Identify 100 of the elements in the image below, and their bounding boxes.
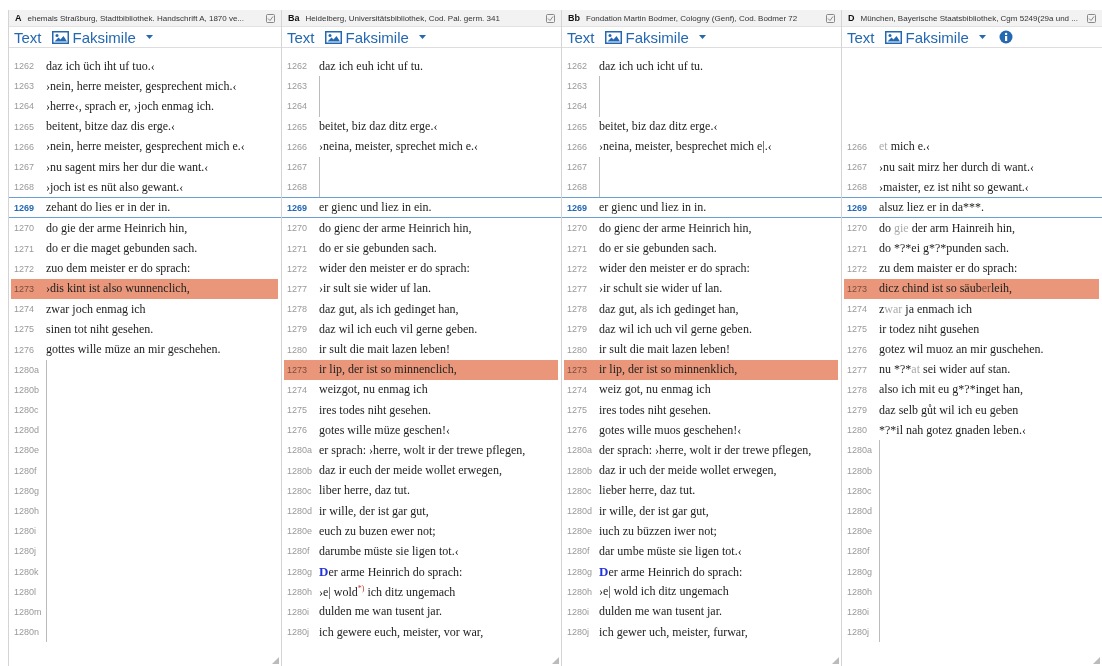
verse-text: ›herre‹, sprach er, ›joch enmag ich. [46, 98, 215, 114]
siglum-label: D [848, 13, 855, 23]
line-number: 1280c [846, 485, 873, 496]
resize-grip-icon[interactable] [552, 657, 559, 664]
verse-text: ich gewer uch, meister, furwar, [599, 624, 748, 640]
line-number: 1267 [286, 162, 309, 173]
image-icon [884, 30, 902, 44]
verse-text: er sprach: ›herre, wolt ir der trewe pflegen, [319, 442, 526, 458]
line-number: 1268 [286, 182, 309, 193]
line-number: 1280e [566, 526, 594, 537]
verse-text: ›e| wold$^{*)}$ ich ditz ungemach [319, 583, 456, 600]
verse-text: daz ich uch icht uf tu. [599, 58, 703, 74]
verse-text: daz wil ich uch vil gerne geben. [599, 321, 752, 337]
verse-text: dulden me wan tusent jar. [319, 604, 442, 620]
facsimile-button[interactable]: Faksimile [604, 28, 707, 46]
text-tab[interactable]: Text [567, 28, 595, 46]
line-number: 1280k [13, 566, 40, 577]
line-number: 1266 [846, 141, 869, 152]
line-number: 1271 [566, 243, 589, 254]
line-number: 1269 [566, 202, 589, 213]
checkbox-icon[interactable] [826, 13, 835, 23]
line-number: 1280n [13, 627, 41, 638]
line-number: 1280j [846, 627, 871, 638]
facsimile-button[interactable]: Faksimile [324, 28, 427, 46]
verse-text: gotez wil muoz an mir guschehen. [879, 342, 1044, 358]
verse-text: daz gut, als ich gedinget han, [599, 301, 739, 317]
text-tab[interactable]: Text [847, 28, 875, 46]
verse-text: do er sie gebunden sach. [319, 241, 437, 257]
image-icon [51, 30, 69, 44]
checkbox-icon[interactable] [266, 13, 275, 23]
line-number: 1273 [13, 283, 36, 294]
verse-text: daz ich euh icht uf tu. [319, 58, 423, 74]
image-icon [604, 30, 622, 44]
line-number: 1271 [13, 243, 36, 254]
verse-text: alsuz liez er in da***. [879, 200, 984, 216]
line-number: 1262 [286, 61, 309, 72]
verse-text: ›nein, herre meister, gesprechent mich.‹ [46, 78, 237, 94]
verse-text: beitent, bitze daz dis erge.‹ [46, 119, 176, 135]
manuscript-title: ehemals Straßburg, Stadtbibliothek. Handschrift A, 1870 ve... [27, 13, 246, 23]
verse-text: lieber herre, daz tut. [599, 483, 696, 499]
line-number: 1264 [13, 101, 36, 112]
line-number: 1276 [846, 344, 869, 355]
line-number: 1280j [286, 627, 311, 638]
verse-text: ir wille, der ist gar gut, [319, 503, 429, 519]
verse-text: dulden me wan tusent jar. [599, 604, 722, 620]
line-number: 1272 [13, 263, 36, 274]
line-number: 1278 [286, 304, 309, 315]
line-number: 1280d [846, 506, 874, 517]
verse-text: zu dem maister er do sprach: [879, 261, 1018, 277]
line-number: 1262 [566, 61, 589, 72]
resize-grip-icon[interactable] [1093, 657, 1100, 664]
manuscript-title: München, Bayerische Staatsbibliothek, Cgm 5249(29a und ... [860, 13, 1079, 23]
line-number: 1280 [286, 344, 309, 355]
text-tab[interactable]: Text [14, 28, 42, 46]
line-number: 1275 [846, 324, 869, 335]
verse-text: daz ich üch iht uf tuo.‹ [46, 58, 155, 74]
verse-text: gotes wille muos geschehen!‹ [599, 422, 742, 438]
checkbox-icon[interactable] [546, 13, 555, 23]
line-number: 1276 [566, 425, 589, 436]
siglum-label: Ba [288, 13, 300, 23]
line-number: 1271 [846, 243, 869, 254]
line-number: 1280h [846, 586, 874, 597]
line-number: 1264 [566, 101, 589, 112]
line-number: 1280j [566, 627, 591, 638]
facsimile-button[interactable]: Faksimile [884, 28, 987, 46]
verse-text: do gie der arme Heinrich hin, [46, 220, 188, 236]
checkbox-icon[interactable] [1087, 13, 1096, 23]
line-number: 1263 [286, 81, 309, 92]
verse-text: liber herre, daz tut. [319, 483, 410, 499]
line-number: 1279 [846, 405, 869, 416]
line-number: 1280b [846, 465, 874, 476]
verse-text: daz gut, als ich gedinget han, [319, 301, 459, 317]
line-number: 1274 [13, 304, 36, 315]
line-number: 1280i [566, 606, 591, 617]
resize-grip-icon[interactable] [272, 657, 279, 664]
line-number: 1270 [846, 223, 869, 234]
line-number: 1280c [13, 405, 40, 416]
line-number: 1268 [13, 182, 36, 193]
verse-text: do *?*ei g*?*punden sach. [879, 241, 1009, 257]
verse-text: zwar joch enmag ich [46, 301, 146, 317]
facsimile-button[interactable]: Faksimile [51, 28, 154, 46]
verse-text: do er sie gebunden sach. [599, 241, 717, 257]
verse-text: zwar ja enmach ich [879, 301, 972, 317]
verse-text: zuo dem meister er do sprach: [46, 261, 191, 277]
verse-text: iuch zu büzzen iwer not; [599, 523, 717, 539]
line-number: 1262 [13, 61, 36, 72]
verse-text: ir lip, der ist so minnenklich, [599, 362, 738, 378]
line-number: 1280i [846, 606, 871, 617]
line-number: 1269 [286, 202, 309, 213]
line-number: 1269 [13, 202, 36, 213]
line-number: 1276 [13, 344, 36, 355]
verse-text: et mich e.‹ [879, 139, 930, 155]
info-icon[interactable] [998, 30, 1013, 44]
text-tab[interactable]: Text [287, 28, 315, 46]
verse-text: wider den meister er do sprach: [599, 261, 750, 277]
line-number: 1280g [566, 566, 594, 577]
line-number: 1266 [566, 141, 589, 152]
resize-grip-icon[interactable] [832, 657, 839, 664]
line-number: 1280g [846, 566, 874, 577]
line-number: 1275 [286, 405, 309, 416]
